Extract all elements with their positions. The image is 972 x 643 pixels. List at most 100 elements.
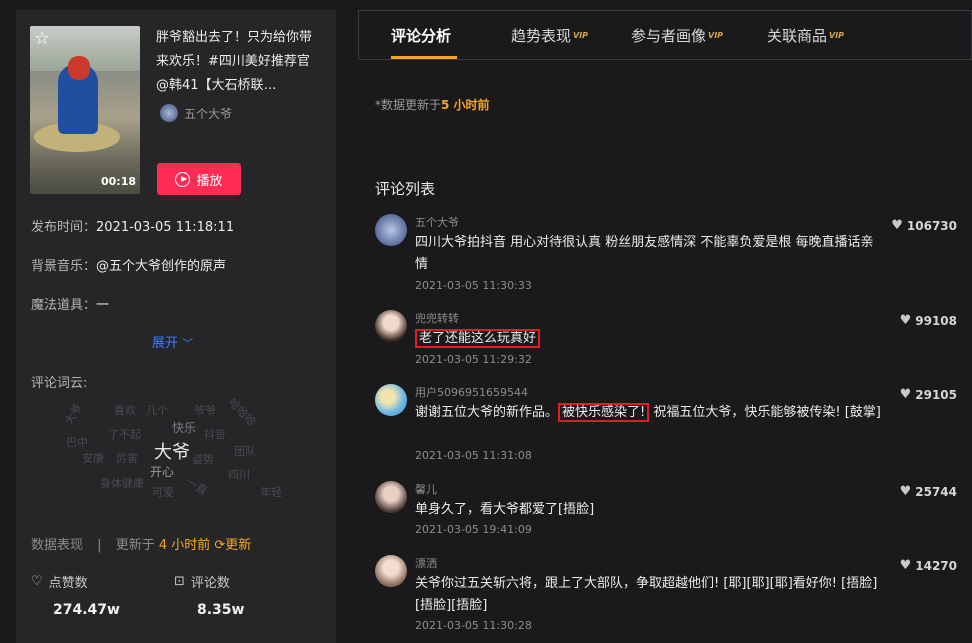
- stats-label: 数据表现: [31, 538, 84, 553]
- cloud-word: 团队: [234, 445, 256, 458]
- expand-label: 展开: [152, 336, 179, 351]
- music-value[interactable]: @五个大爷创作的原声: [96, 259, 226, 274]
- cloud-word: 可爱: [152, 486, 174, 499]
- video-title[interactable]: 胖爷豁出去了！只为给你带来欢乐！#四川美好推荐官 @韩41【大石桥联…: [156, 26, 324, 98]
- cloud-word: 几个: [146, 404, 168, 417]
- likes-count: 106730: [906, 218, 957, 233]
- play-label: 播放: [196, 173, 223, 189]
- wordcloud: 大爷 开心 快乐 抖音 团队 四川 巴中 安康 厉害 了不起 喜欢 几个 爷爷 …: [62, 396, 296, 510]
- tab-label: 参与者画像: [631, 26, 707, 45]
- wordcloud-label: 评论词云:: [31, 376, 88, 391]
- avatar[interactable]: [375, 384, 407, 416]
- cloud-word: 开心: [150, 465, 175, 479]
- cloud-word: 安康: [82, 452, 104, 465]
- cloud-word: 大爷: [154, 442, 190, 463]
- comment-item: 馨儿 单身久了，看大爷都爱了[捂脸] 2021-03-05 19:41:09 ♥…: [375, 481, 965, 541]
- likes-count: 99108: [915, 313, 957, 328]
- refresh-label: 更新: [225, 538, 252, 553]
- comment-text: 关爷你过五关斩六将，跟上了大部队，争取超越他们! [耶][耶][耶]看好你! […: [415, 576, 878, 613]
- comments-value: 8.35w: [197, 602, 245, 618]
- likes-count: 14270: [915, 558, 957, 573]
- music-label: 背景音乐：: [31, 259, 97, 274]
- tab-comment-analysis[interactable]: 评论分析: [391, 25, 451, 46]
- avatar[interactable]: [375, 214, 407, 246]
- comment-time: 2021-03-05 11:31:08: [415, 449, 532, 462]
- cloud-word: 一直: [183, 475, 210, 498]
- publish-time: 2021-03-05 11:18:11: [96, 220, 235, 235]
- refresh-icon: ⟳: [214, 538, 226, 553]
- publish-time-row: 发布时间：2021-03-05 11:18:11: [31, 216, 234, 235]
- cloud-word: 巴中: [66, 436, 88, 449]
- comment-time: 2021-03-05 19:41:09: [415, 523, 532, 536]
- cloud-word: 哈哈哈: [225, 396, 259, 429]
- prop-label: 魔法道具：: [31, 298, 97, 313]
- cloud-word: 四川: [228, 468, 250, 481]
- cloud-word: 抖音: [204, 428, 226, 441]
- comment-list-title: 评论列表: [375, 180, 436, 198]
- comment-time: 2021-03-05 11:29:32: [415, 353, 532, 366]
- cloud-word: 快乐: [172, 421, 197, 435]
- vip-badge-icon: VIP: [708, 30, 724, 40]
- avatar[interactable]: [375, 555, 407, 587]
- likes-value: 274.47w: [53, 602, 120, 618]
- update-prefix: *数据更新于: [375, 98, 442, 112]
- stats-sep: |: [97, 538, 102, 553]
- comment-text-part: 祝福五位大爷，快乐能够被传染! [鼓掌]: [649, 405, 881, 420]
- comment-likes: ♥ 99108: [900, 313, 957, 328]
- likes-count: 29105: [915, 387, 957, 402]
- avatar[interactable]: [375, 481, 407, 513]
- video-author[interactable]: 五个大爷: [160, 104, 232, 122]
- video-duration: 00:18: [100, 175, 136, 188]
- tab-audience[interactable]: 参与者画像 VIP: [631, 25, 723, 46]
- favorite-star-icon[interactable]: ☆: [34, 28, 50, 49]
- vip-badge-icon: VIP: [829, 30, 845, 40]
- cloud-word: 厉害: [116, 452, 138, 465]
- heart-icon: ♥: [891, 218, 903, 233]
- likes-label: 点赞数: [48, 576, 88, 591]
- likes-stat: ♡ 点赞数: [31, 572, 88, 591]
- play-button[interactable]: 播放: [157, 163, 241, 195]
- update-time: 5 小时前: [441, 98, 490, 112]
- cloud-word: 爷爷: [194, 404, 216, 417]
- comment-text: 四川大爷拍抖音 用心对待很认真 粉丝朋友感情深 不能辜负爱是根 每晚直播话亲情: [415, 235, 874, 272]
- heart-icon: ♥: [899, 558, 912, 573]
- cloud-word: 大爷: [62, 401, 85, 428]
- comment-author[interactable]: 馨儿: [415, 481, 437, 497]
- comment-icon: ⊡: [174, 574, 185, 589]
- heart-icon: ♥: [899, 387, 912, 402]
- comment-item: 漂洒 关爷你过五关斩六将，跟上了大部队，争取超越他们! [耶][耶][耶]看好你…: [375, 555, 965, 640]
- heart-icon: ♥: [899, 313, 912, 328]
- comment-text-highlight: 被快乐感染了!: [558, 403, 650, 422]
- comments-stat: ⊡ 评论数: [174, 572, 230, 591]
- likes-count: 25744: [915, 484, 957, 499]
- comment-likes: ♥ 25744: [900, 484, 957, 499]
- tab-trend[interactable]: 趋势表现 VIP: [511, 25, 588, 46]
- comment-text-part: 谢谢五位大爷的新作品。: [415, 405, 559, 420]
- video-info-panel: ☆ 00:18 胖爷豁出去了！只为给你带来欢乐！#四川美好推荐官 @韩41【大石…: [16, 10, 336, 643]
- comment-item: 兜兜转转 老了还能这么玩真好 2021-03-05 11:29:32 ♥ 9910…: [375, 310, 965, 370]
- comment-author[interactable]: 用户5096951659544: [415, 384, 528, 400]
- vip-badge-icon: VIP: [573, 30, 589, 40]
- music-row: 背景音乐：@五个大爷创作的原声: [31, 255, 226, 274]
- comment-author[interactable]: 漂洒: [415, 555, 437, 571]
- comment-time: 2021-03-05 11:30:33: [415, 279, 532, 292]
- video-thumbnail[interactable]: ☆ 00:18: [30, 26, 140, 194]
- analysis-tabs: 评论分析 趋势表现 VIP 参与者画像 VIP 关联商品 VIP: [358, 10, 972, 60]
- heart-outline-icon: ♡: [31, 574, 43, 589]
- comment-author[interactable]: 五个大爷: [415, 214, 459, 230]
- play-icon: [175, 171, 191, 187]
- page: ☆ 00:18 胖爷豁出去了！只为给你带来欢乐！#四川美好推荐官 @韩41【大石…: [0, 0, 972, 643]
- comment-text-wrap: 老了还能这么玩真好: [415, 328, 885, 350]
- comment-text: 老了还能这么玩真好: [415, 329, 541, 348]
- cloud-word: 身体健康: [100, 477, 144, 490]
- cloud-word: 了不起: [108, 428, 141, 441]
- avatar[interactable]: [375, 310, 407, 342]
- tab-products[interactable]: 关联商品 VIP: [767, 25, 844, 46]
- expand-button[interactable]: 展开 ﹀: [152, 332, 193, 351]
- stats-update-prefix: 更新于: [115, 538, 155, 553]
- publish-label: 发布时间：: [31, 220, 97, 235]
- active-tab-indicator: [391, 56, 457, 59]
- refresh-button[interactable]: ⟳更新: [214, 538, 251, 553]
- comments-label: 评论数: [190, 576, 230, 591]
- comment-author[interactable]: 兜兜转转: [415, 310, 459, 326]
